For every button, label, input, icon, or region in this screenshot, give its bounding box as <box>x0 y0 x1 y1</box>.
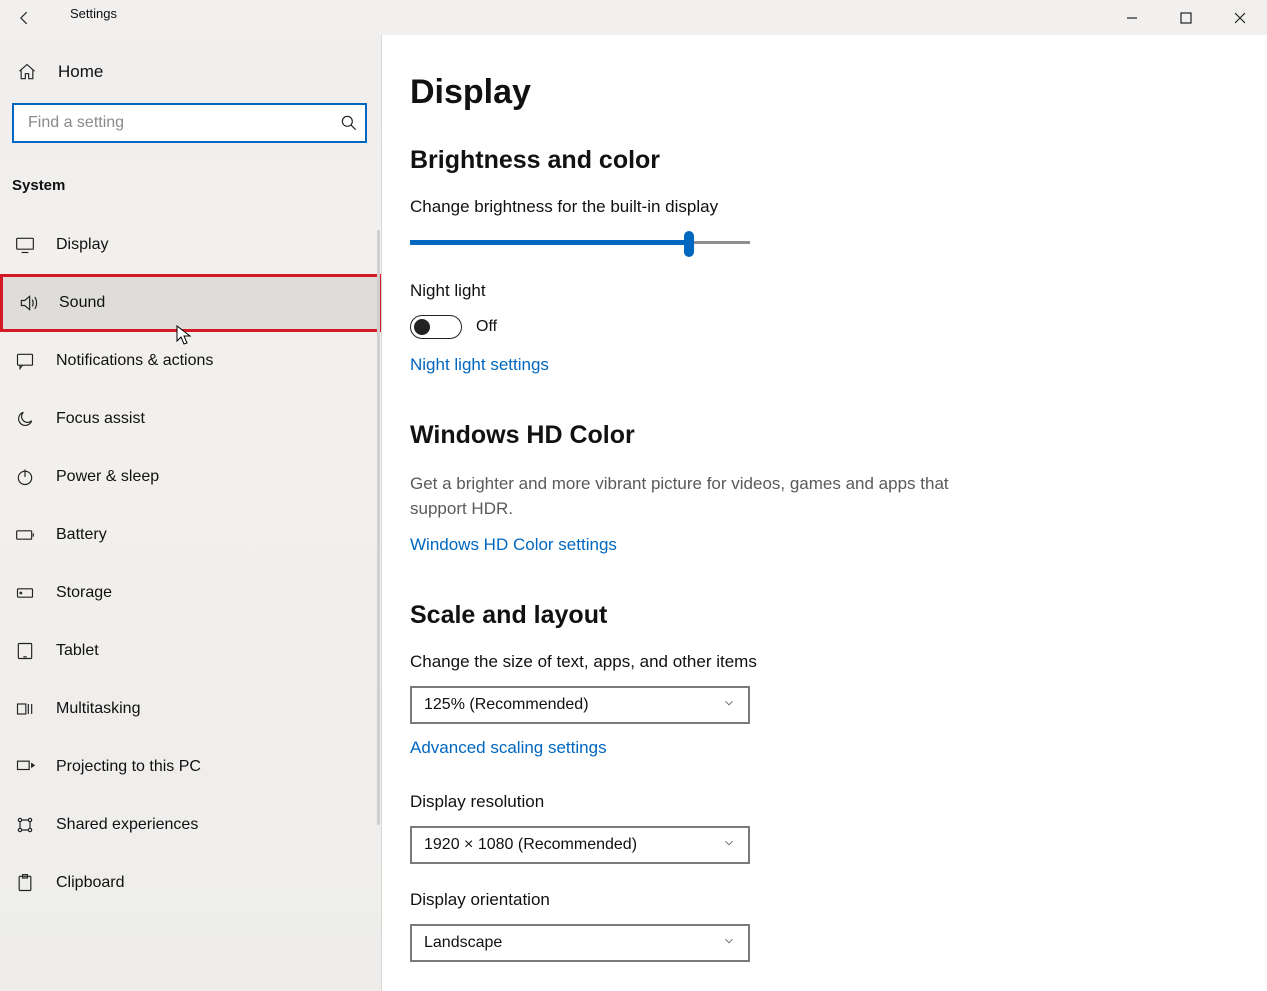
section-scale-heading: Scale and layout <box>410 601 1267 630</box>
minimize-button[interactable] <box>1105 0 1159 35</box>
sidebar-item-label: Sound <box>59 294 105 312</box>
multitasking-icon <box>14 698 36 720</box>
sidebar-item-sound[interactable]: Sound <box>0 274 381 332</box>
night-light-label: Night light <box>410 281 1267 301</box>
sidebar-item-label: Multitasking <box>56 700 140 718</box>
sidebar-item-label: Power & sleep <box>56 468 159 486</box>
search-input[interactable] <box>14 114 333 132</box>
night-light-state: Off <box>476 318 497 336</box>
advanced-scaling-link[interactable]: Advanced scaling settings <box>410 738 607 758</box>
slider-fill <box>410 240 689 245</box>
sidebar-item-focus-assist[interactable]: Focus assist <box>0 390 381 448</box>
sidebar-item-label: Tablet <box>56 642 99 660</box>
brightness-slider-label: Change brightness for the built-in displ… <box>410 197 1267 217</box>
close-button[interactable] <box>1213 0 1267 35</box>
sidebar: Home System Display Sound Notifications … <box>0 35 382 991</box>
brightness-slider[interactable] <box>410 231 750 253</box>
window-title: Settings <box>70 6 117 21</box>
slider-thumb[interactable] <box>684 231 694 257</box>
chevron-down-icon <box>722 836 736 855</box>
search-icon <box>333 113 365 133</box>
sidebar-item-shared-experiences[interactable]: Shared experiences <box>0 796 381 854</box>
resolution-value: 1920 × 1080 (Recommended) <box>424 836 637 854</box>
orientation-label: Display orientation <box>410 890 1267 910</box>
chevron-down-icon <box>722 934 736 953</box>
titlebar: Settings <box>0 0 1267 35</box>
sidebar-item-multitasking[interactable]: Multitasking <box>0 680 381 738</box>
sidebar-category: System <box>0 163 381 216</box>
section-brightness-heading: Brightness and color <box>410 146 1267 175</box>
back-button[interactable] <box>8 4 42 32</box>
sidebar-home-label: Home <box>58 62 103 82</box>
sidebar-item-label: Battery <box>56 526 107 544</box>
orientation-value: Landscape <box>424 934 502 952</box>
sidebar-item-label: Storage <box>56 584 112 602</box>
storage-icon <box>14 582 36 604</box>
notification-icon <box>14 350 36 372</box>
toggle-knob <box>414 319 430 335</box>
sidebar-item-label: Projecting to this PC <box>56 758 201 776</box>
sidebar-item-clipboard[interactable]: Clipboard <box>0 854 381 912</box>
clipboard-icon <box>14 872 36 894</box>
night-light-settings-link[interactable]: Night light settings <box>410 355 549 375</box>
resolution-label: Display resolution <box>410 792 1267 812</box>
sidebar-item-power-sleep[interactable]: Power & sleep <box>0 448 381 506</box>
sidebar-scrollbar[interactable] <box>377 230 380 825</box>
night-light-toggle[interactable] <box>410 315 462 339</box>
sidebar-home[interactable]: Home <box>0 35 381 103</box>
projecting-icon <box>14 756 36 778</box>
battery-icon <box>14 524 36 546</box>
display-icon <box>14 234 36 256</box>
moon-icon <box>14 408 36 430</box>
sidebar-item-label: Notifications & actions <box>56 352 213 370</box>
sidebar-item-label: Display <box>56 236 108 254</box>
text-size-dropdown[interactable]: 125% (Recommended) <box>410 686 750 724</box>
sidebar-item-label: Clipboard <box>56 874 124 892</box>
sidebar-item-projecting[interactable]: Projecting to this PC <box>0 738 381 796</box>
shared-icon <box>14 814 36 836</box>
sidebar-item-battery[interactable]: Battery <box>0 506 381 564</box>
sidebar-item-storage[interactable]: Storage <box>0 564 381 622</box>
maximize-button[interactable] <box>1159 0 1213 35</box>
sound-icon <box>17 292 39 314</box>
sidebar-item-label: Focus assist <box>56 410 145 428</box>
chevron-down-icon <box>722 696 736 715</box>
home-icon <box>16 61 38 83</box>
sidebar-item-label: Shared experiences <box>56 816 198 834</box>
hdcolor-settings-link[interactable]: Windows HD Color settings <box>410 535 617 555</box>
power-icon <box>14 466 36 488</box>
tablet-icon <box>14 640 36 662</box>
orientation-dropdown[interactable]: Landscape <box>410 924 750 962</box>
text-size-label: Change the size of text, apps, and other… <box>410 652 1267 672</box>
section-hdcolor-heading: Windows HD Color <box>410 421 1267 450</box>
page-title: Display <box>410 73 1267 112</box>
text-size-value: 125% (Recommended) <box>424 696 589 714</box>
sidebar-item-display[interactable]: Display <box>0 216 381 274</box>
search-input-wrap[interactable] <box>12 103 367 143</box>
resolution-dropdown[interactable]: 1920 × 1080 (Recommended) <box>410 826 750 864</box>
sidebar-item-notifications[interactable]: Notifications & actions <box>0 332 381 390</box>
hdcolor-desc: Get a brighter and more vibrant picture … <box>410 472 970 521</box>
sidebar-item-tablet[interactable]: Tablet <box>0 622 381 680</box>
main-pane: Display Brightness and color Change brig… <box>382 35 1267 991</box>
